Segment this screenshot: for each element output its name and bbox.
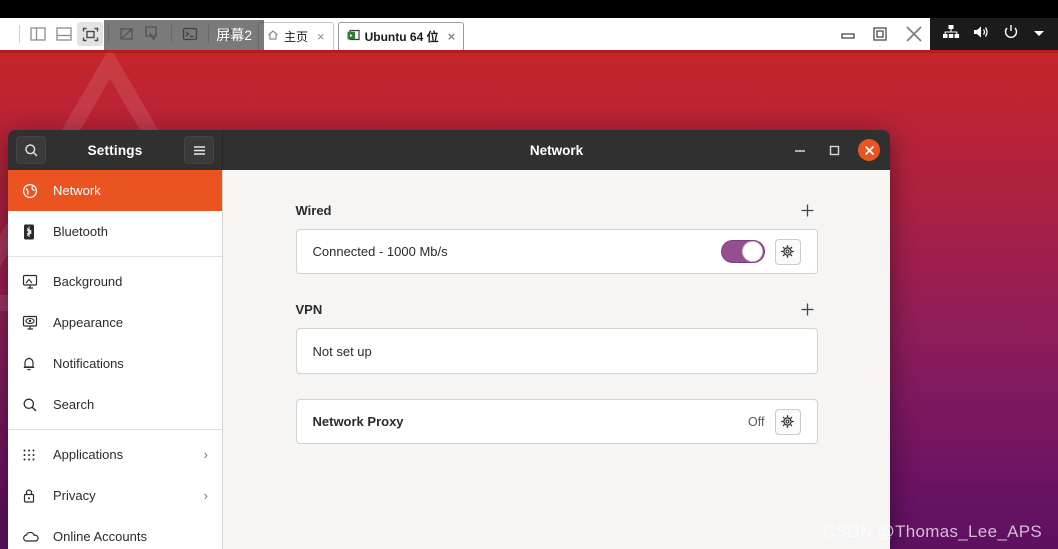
sidebar-item-label: Appearance: [53, 315, 124, 330]
unity-icon[interactable]: [214, 22, 240, 46]
power-tray-icon[interactable]: [1002, 24, 1020, 45]
search-icon[interactable]: [16, 136, 46, 164]
wired-connection-row[interactable]: Connected - 1000 Mb/s: [295, 229, 818, 274]
network-proxy-row[interactable]: Network Proxy Off: [295, 399, 818, 444]
sidebar-item-label: Bluetooth: [53, 224, 108, 239]
sidebar-item-notifications[interactable]: Notifications: [8, 343, 222, 384]
vm-icon: [347, 29, 360, 44]
sidebar-item-applications[interactable]: Applications ›: [8, 434, 222, 475]
network-proxy-title: Network Proxy: [312, 414, 404, 429]
wired-section-header: Wired: [296, 200, 818, 220]
minimize-button[interactable]: [790, 140, 810, 160]
sidebar-item-search[interactable]: Search: [8, 384, 222, 425]
network-panel: Wired Connected - 1000 Mb/s VPN Not set …: [295, 200, 818, 444]
vmware-tab-home[interactable]: 主页 ×: [258, 22, 334, 50]
sidebar-divider-2: [8, 429, 222, 430]
revert-snapshot-icon[interactable]: [140, 22, 166, 46]
network-proxy-state: Off: [748, 414, 765, 429]
window-controls: [790, 139, 880, 161]
lock-icon: [22, 487, 44, 505]
volume-tray-icon[interactable]: [972, 24, 990, 45]
restore-icon[interactable]: [870, 23, 892, 45]
sidebar-item-label: Search: [53, 397, 95, 412]
proxy-settings-gear-icon[interactable]: [774, 408, 801, 435]
sidebar-item-network[interactable]: Network: [8, 170, 222, 211]
settings-content: Wired Connected - 1000 Mb/s VPN Not set …: [223, 170, 890, 549]
wired-section-title: Wired: [295, 202, 332, 218]
hamburger-menu-icon[interactable]: [184, 136, 214, 164]
sidebar-item-label: Applications: [53, 447, 124, 462]
wired-toggle[interactable]: [720, 240, 765, 263]
bluetooth-icon: [22, 223, 44, 241]
network-globe-icon: [22, 182, 44, 200]
search-icon: [22, 396, 44, 414]
sidebar-item-label: Online Accounts: [53, 529, 147, 544]
close-icon[interactable]: ×: [317, 29, 325, 44]
proxy-row-controls: Off: [748, 408, 801, 435]
vpn-section-header: VPN: [296, 299, 818, 319]
applications-grid-icon: [22, 446, 44, 464]
dropdown-arrow-icon[interactable]: [1032, 25, 1046, 43]
toolbar-separator-2: [108, 25, 109, 43]
sidebar-item-bluetooth[interactable]: Bluetooth: [8, 211, 222, 252]
settings-sidebar: Network Bluetooth Background Appearance …: [8, 170, 223, 549]
appearance-icon: [22, 314, 44, 332]
sidebar-item-label: Notifications: [53, 356, 124, 371]
close-icon[interactable]: ×: [448, 29, 456, 44]
toolbar-separator: [19, 25, 20, 43]
vmware-tab-bar: 主页 × Ubuntu 64 位 ×: [258, 20, 468, 50]
screen-root: 屏幕2 主页 × Ubuntu 64 位 × Settings Network …: [0, 0, 1058, 549]
vmware-tab-ubuntu-label: Ubuntu 64 位: [364, 30, 439, 44]
sidebar-item-online-accounts[interactable]: Online Accounts: [8, 516, 222, 549]
sidebar-item-privacy[interactable]: Privacy ›: [8, 475, 222, 516]
vpn-row[interactable]: Not set up: [295, 328, 818, 374]
settings-window-titlebar-right: Network: [223, 130, 890, 170]
settings-window: Settings Network Network Bluetooth Backg…: [8, 130, 890, 549]
sidebar-item-label: Privacy: [53, 488, 96, 503]
sidebar-divider: [8, 256, 222, 257]
toggle-knob: [741, 241, 763, 262]
wired-settings-gear-icon[interactable]: [774, 238, 801, 265]
chevron-right-icon: ›: [203, 447, 208, 462]
minimize-icon[interactable]: [837, 23, 859, 45]
ubuntu-desktop: Settings Network Network Bluetooth Backg…: [0, 53, 1058, 549]
add-vpn-button[interactable]: [798, 299, 818, 319]
vmware-top-strip: [0, 0, 1058, 18]
close-icon[interactable]: [903, 23, 925, 45]
sidebar-item-label: Network: [53, 183, 101, 198]
settings-app-title: Settings: [87, 142, 143, 158]
sidebar-header: Settings: [8, 130, 223, 170]
add-wired-button[interactable]: [798, 200, 818, 220]
toolbar-separator-4: [208, 25, 209, 43]
cloud-icon: [22, 528, 44, 546]
settings-titlebar: Settings Network: [8, 130, 890, 170]
console-view-icon[interactable]: [51, 22, 77, 46]
wired-row-controls: [720, 238, 801, 265]
toolbar-separator-3: [171, 25, 172, 43]
vpn-section-title: VPN: [295, 301, 323, 317]
bell-icon: [22, 355, 44, 373]
watermark: CSDN @Thomas_Lee_APS: [823, 522, 1042, 541]
home-icon: [267, 29, 279, 44]
snapshot-icon[interactable]: [114, 22, 140, 46]
terminal-icon[interactable]: [177, 22, 203, 46]
vpn-status-label: Not set up: [312, 343, 372, 359]
fullscreen-icon[interactable]: [77, 22, 103, 46]
maximize-button[interactable]: [824, 140, 844, 160]
background-monitor-icon: [22, 273, 44, 291]
vmware-tab-ubuntu[interactable]: Ubuntu 64 位 ×: [337, 22, 465, 50]
vmware-tab-home-label: 主页: [284, 30, 309, 44]
wired-status-label: Connected - 1000 Mb/s: [312, 244, 448, 259]
sidebar-item-appearance[interactable]: Appearance: [8, 302, 222, 343]
chevron-right-icon: ›: [203, 488, 208, 503]
settings-body: Network Bluetooth Background Appearance …: [8, 170, 890, 549]
network-tray-icon[interactable]: [942, 24, 960, 45]
sidebar-item-background[interactable]: Background: [8, 261, 222, 302]
sidebar-item-label: Background: [53, 274, 123, 289]
system-tray: [930, 18, 1058, 50]
close-button[interactable]: [858, 139, 880, 161]
host-window-controls: [832, 18, 930, 50]
sidebar-toggle-icon[interactable]: [25, 22, 51, 46]
